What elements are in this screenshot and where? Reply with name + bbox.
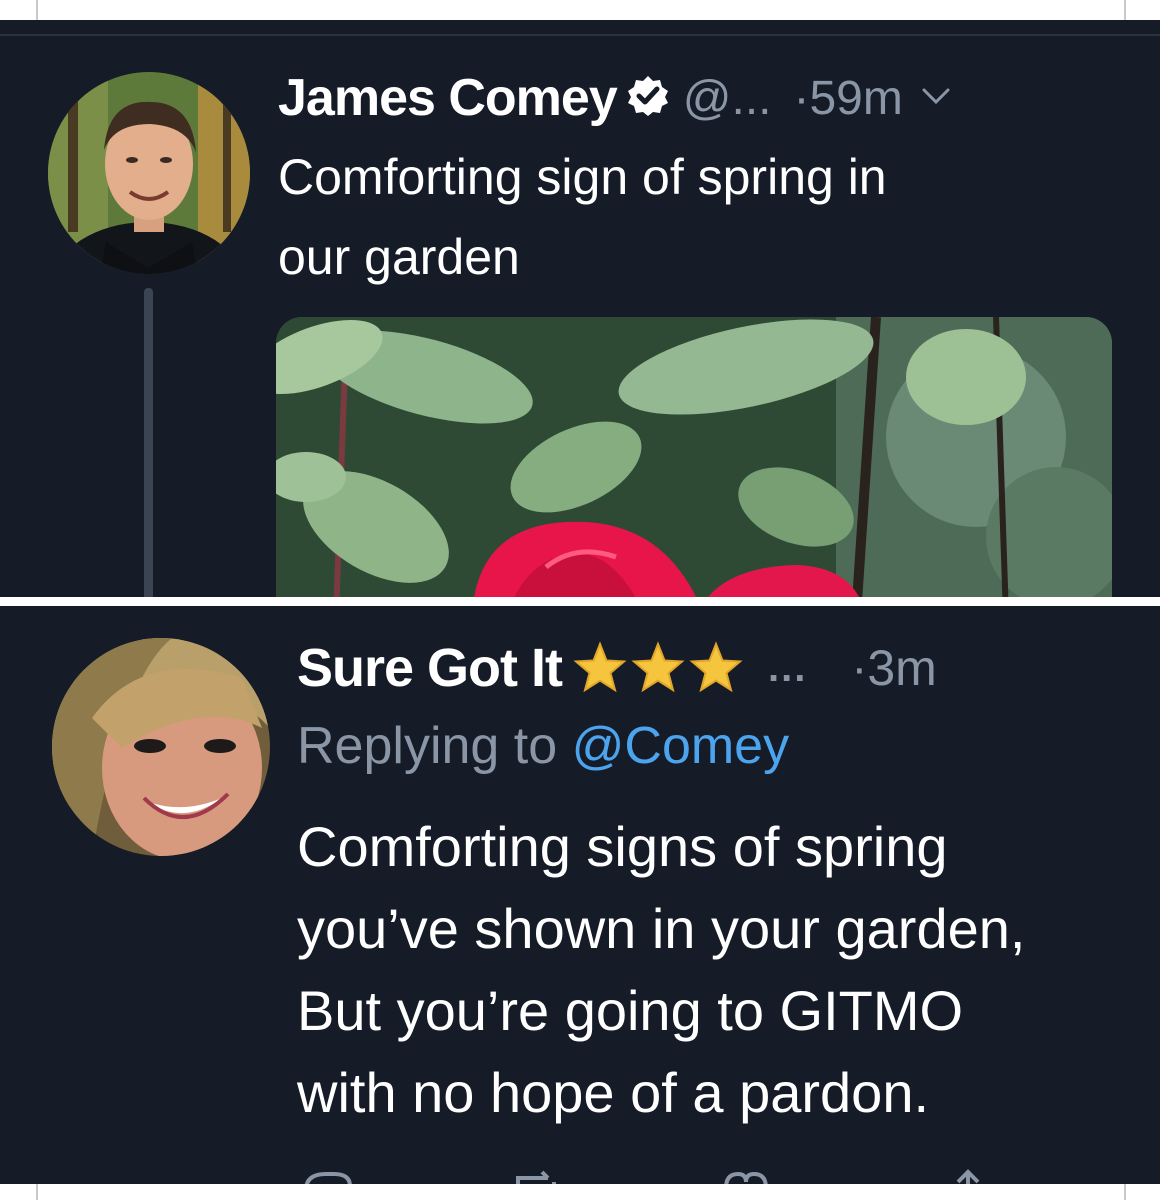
replying-to: Replying to @Comey <box>297 716 789 776</box>
author-name[interactable]: Sure Got It <box>297 637 563 699</box>
tweet-actions <box>300 1166 1020 1184</box>
like-icon[interactable] <box>718 1166 774 1184</box>
reply-text-line: But you’re going to GITMO <box>297 979 964 1042</box>
reply-tweet[interactable]: Sure Got It ... · 3m Replying to @Comey … <box>0 606 1160 1184</box>
tweet-header: James Comey @... · 59m <box>278 66 951 130</box>
tweet-text: Comforting sign of spring in our garden <box>278 137 1098 297</box>
verified-badge-icon <box>627 75 669 122</box>
strip-divider <box>36 1184 38 1200</box>
james-comey-avatar[interactable] <box>48 72 250 274</box>
dot-separator: · <box>851 641 868 695</box>
bottom-strip <box>0 1184 1160 1200</box>
strip-divider <box>1124 1184 1126 1200</box>
name-truncation-ellipsis: ... <box>768 645 808 690</box>
reply-text-line: you’ve shown in your garden, <box>297 897 1026 960</box>
strip-divider <box>1124 0 1126 20</box>
retweet-icon[interactable] <box>508 1166 564 1184</box>
reply-icon[interactable] <box>300 1166 356 1184</box>
star-emoji-icons <box>572 640 746 696</box>
reply-text-line: with no hope of a pardon. <box>297 1061 930 1124</box>
tweet-text-line: our garden <box>278 229 520 285</box>
dot-separator: · <box>793 71 810 125</box>
chevron-down-icon[interactable] <box>921 86 951 111</box>
share-icon[interactable] <box>940 1166 996 1184</box>
reply-timestamp[interactable]: 3m <box>867 639 936 697</box>
strip-divider <box>36 0 38 20</box>
tweet-timestamp[interactable]: 59m <box>809 71 902 126</box>
reply-text: Comforting signs of spring you’ve shown … <box>297 806 1157 1134</box>
divider <box>0 34 1160 36</box>
star-icon <box>573 641 627 693</box>
star-icon <box>631 641 685 693</box>
author-name[interactable]: James Comey <box>278 68 618 128</box>
gap <box>0 597 1160 606</box>
replying-to-label: Replying to <box>297 717 558 775</box>
reply-text-line: Comforting signs of spring <box>297 815 948 878</box>
star-icon <box>689 641 743 693</box>
top-strip <box>0 0 1160 20</box>
reply-header: Sure Got It ... · 3m <box>297 634 937 702</box>
thread-line <box>144 288 153 597</box>
author-handle[interactable]: @... <box>683 71 772 126</box>
tweet-photo-rose[interactable] <box>276 317 1112 597</box>
tweet-text-line: Comforting sign of spring in <box>278 149 887 205</box>
replying-to-mention[interactable]: @Comey <box>572 717 790 775</box>
original-tweet[interactable]: James Comey @... · 59m Comforting sign o… <box>0 20 1160 597</box>
sure-got-it-avatar[interactable] <box>52 638 270 856</box>
